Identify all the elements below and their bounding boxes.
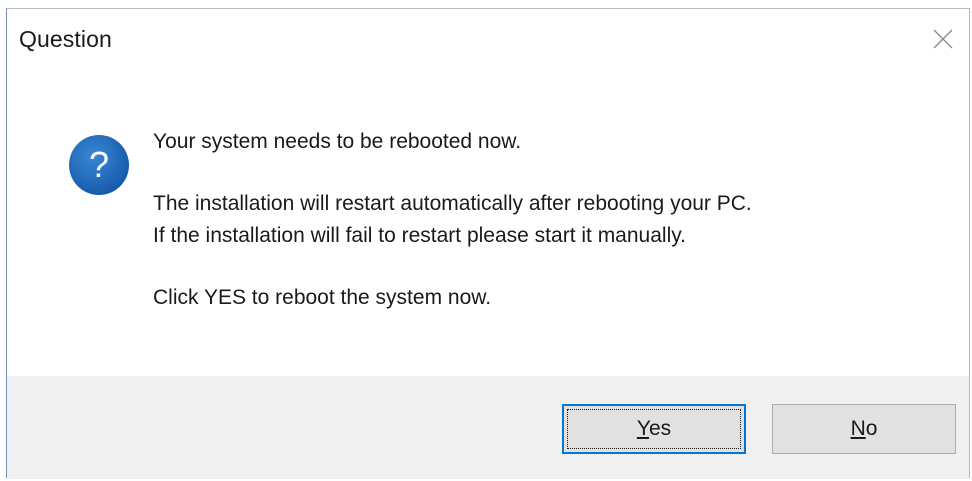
no-button[interactable]: No <box>772 404 956 454</box>
question-glyph: ? <box>89 144 109 185</box>
title-bar[interactable]: Question <box>7 9 969 71</box>
message-line-instruction: Click YES to reboot the system now. <box>153 286 492 309</box>
question-dialog: Question ? Your system needs to be reboo… <box>6 8 970 479</box>
message-area: ? Your system needs to be rebooted now. … <box>7 71 969 376</box>
close-icon <box>933 29 953 49</box>
yes-button-label: Yes <box>637 417 671 441</box>
message-line-manual: If the installation will fail to restart… <box>153 224 687 247</box>
no-mnemonic: N <box>850 417 866 440</box>
no-label-rest: o <box>865 417 878 440</box>
message-line-reboot: Your system needs to be rebooted now. <box>153 130 522 153</box>
yes-button[interactable]: Yes <box>562 404 746 454</box>
no-button-label: No <box>851 417 878 441</box>
message-text: Your system needs to be rebooted now. Th… <box>153 126 752 314</box>
yes-mnemonic: Y <box>636 417 649 440</box>
message-line-restart: The installation will restart automatica… <box>153 192 752 215</box>
close-button[interactable] <box>927 23 959 55</box>
button-bar: Yes No <box>7 376 969 479</box>
window-title: Question <box>19 26 112 52</box>
question-icon: ? <box>69 135 129 195</box>
yes-label-rest: es <box>648 417 672 440</box>
